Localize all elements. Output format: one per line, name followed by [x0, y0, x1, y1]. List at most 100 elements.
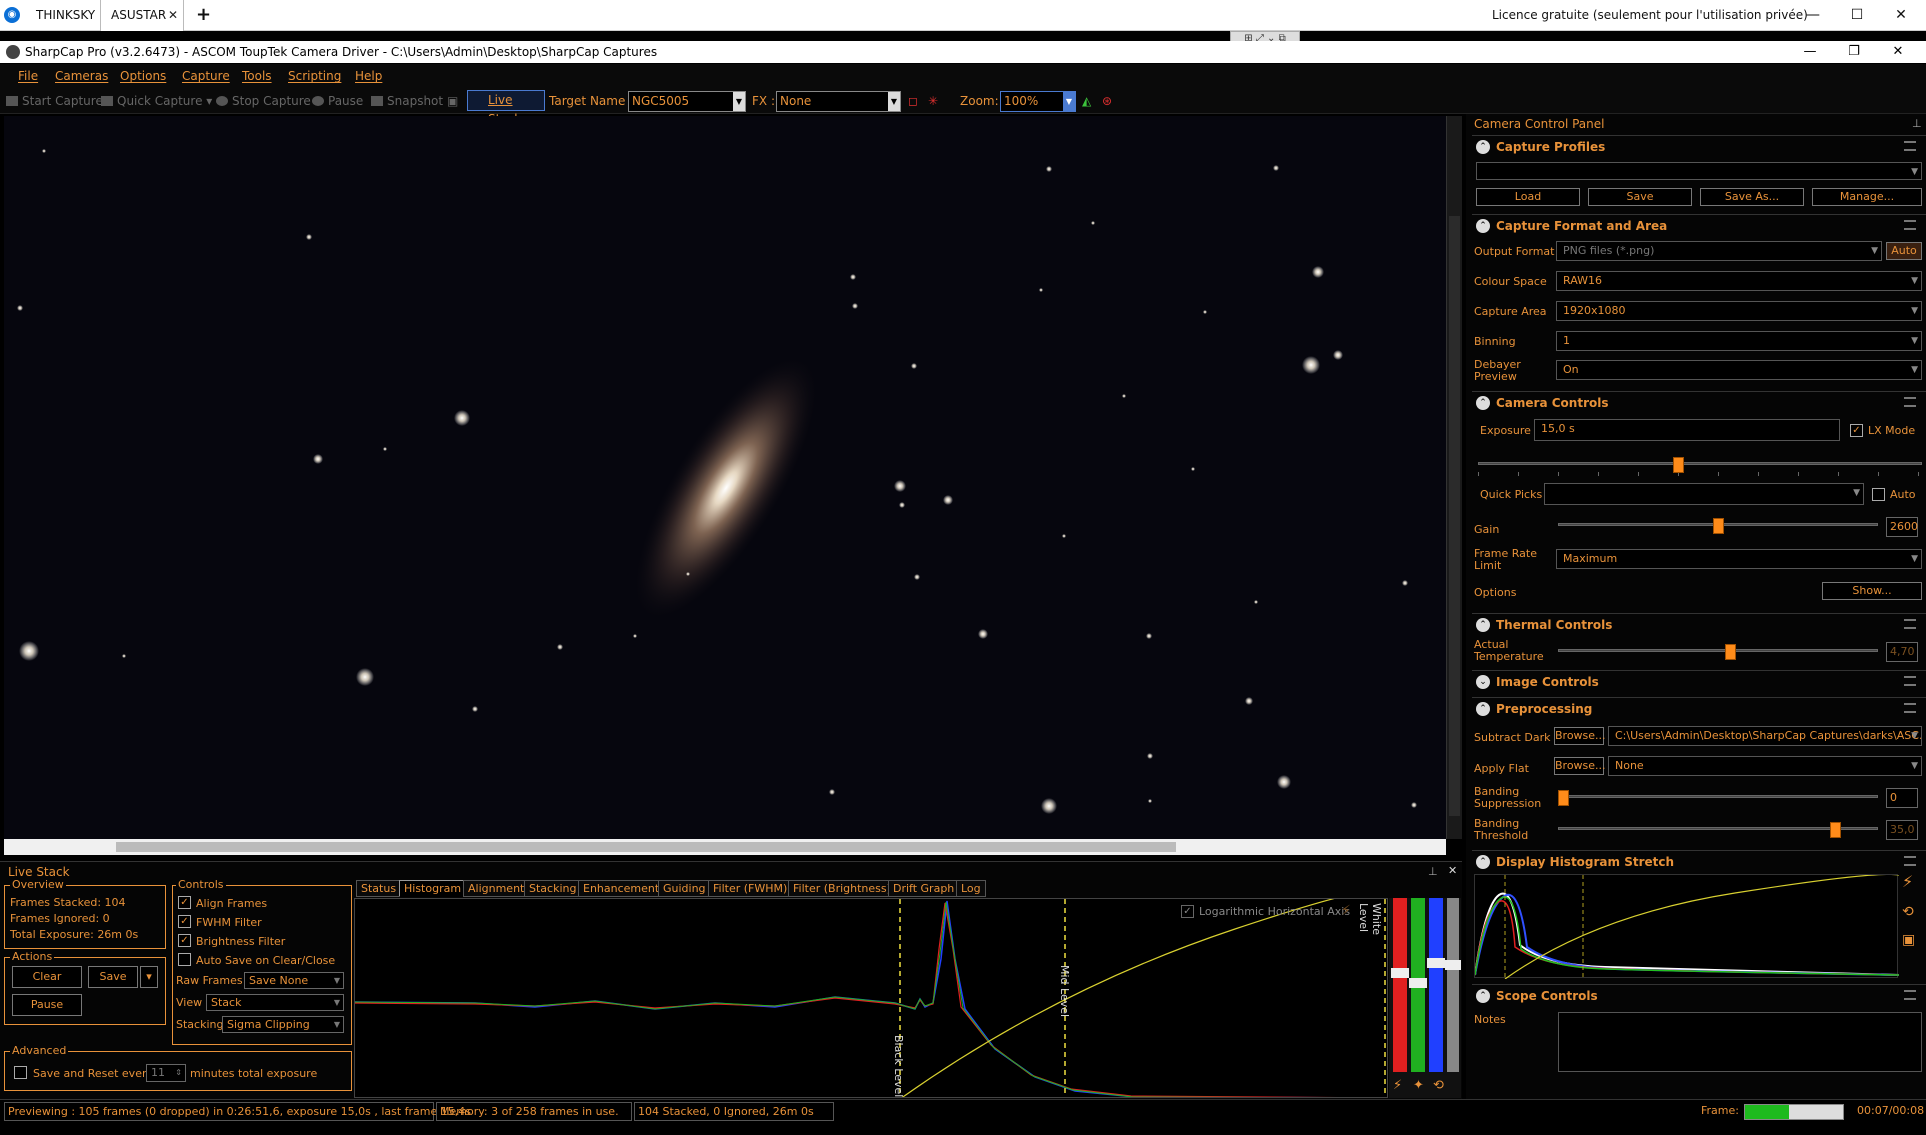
new-tab-icon[interactable]: + — [196, 0, 211, 30]
pin-icon[interactable]: ⊥ — [1912, 118, 1922, 130]
binning-select[interactable]: 1 ▼ — [1556, 331, 1922, 351]
collapse-icon[interactable]: ⌃ — [1476, 396, 1490, 410]
lx-mode-checkbox[interactable]: ✓ — [1850, 424, 1863, 437]
slider-knob[interactable] — [1409, 978, 1427, 988]
section-capture-profiles[interactable]: ⌃ Capture Profiles — [1472, 135, 1926, 157]
red-channel-slider[interactable] — [1391, 898, 1409, 1072]
dark-file-select[interactable]: C:\Users\Admin\Desktop\SharpCap Captures… — [1608, 726, 1922, 746]
scroll-thumb[interactable] — [1449, 216, 1460, 816]
focus-icon[interactable]: ✳ — [928, 94, 938, 108]
slider-knob[interactable] — [1558, 790, 1569, 806]
save-stack-button[interactable]: Save — [88, 966, 138, 988]
output-format-select[interactable]: PNG files (*.png) ▼ — [1556, 241, 1882, 261]
expand-icon[interactable]: ⌄ — [1476, 675, 1490, 689]
live-stack-button[interactable]: Live Stack — [467, 90, 545, 126]
clear-button[interactable]: Clear — [12, 966, 82, 988]
app-close-icon[interactable]: ✕ — [1878, 41, 1918, 63]
capture-area-select[interactable]: 1920x1080 ▼ — [1556, 301, 1922, 321]
tab-guiding[interactable]: Guiding — [658, 880, 711, 897]
section-capture-format[interactable]: ⌃ Capture Format and Area — [1472, 214, 1926, 236]
banding-threshold-slider[interactable] — [1558, 822, 1878, 838]
luminance-channel-slider[interactable] — [1445, 898, 1461, 1072]
tab-stacking[interactable]: Stacking — [524, 880, 582, 897]
tab-filter-fwhm[interactable]: Filter (FWHM) — [708, 880, 793, 897]
scroll-thumb[interactable] — [116, 842, 1176, 852]
reset-stretch-icon[interactable]: ⟲ — [1902, 905, 1914, 919]
slider-knob[interactable] — [1391, 968, 1409, 978]
minutes-stepper[interactable]: 11 ⇕ — [146, 1064, 186, 1082]
section-preprocessing[interactable]: ⌃ Preprocessing — [1472, 697, 1926, 719]
menu-icon[interactable] — [1904, 856, 1916, 866]
histogram-icon[interactable]: ◭ — [1082, 94, 1091, 108]
tab-drift-graph[interactable]: Drift Graph — [888, 880, 960, 897]
menu-file[interactable]: File — [18, 69, 38, 83]
quick-auto-checkbox[interactable] — [1872, 488, 1885, 501]
fwhm-filter-checkbox[interactable]: ✓ — [178, 915, 191, 928]
banding-threshold-value[interactable]: 35,0 — [1886, 820, 1918, 840]
close-window-icon[interactable]: ✕ — [1878, 0, 1924, 31]
slider-knob[interactable] — [1427, 958, 1445, 968]
app-minimize-icon[interactable]: — — [1790, 41, 1830, 63]
quick-picks-select[interactable]: ▼ — [1544, 483, 1864, 505]
view-select[interactable]: Stack ▼ — [206, 994, 344, 1011]
quick-capture-button[interactable]: Quick Capture ▾ — [101, 94, 212, 108]
auto-stretch-icon[interactable]: ⚡ — [1902, 874, 1913, 890]
menu-icon[interactable] — [1904, 990, 1916, 1000]
app-restore-icon[interactable]: ❐ — [1834, 41, 1874, 63]
save-dropdown-icon[interactable]: ▾ — [140, 966, 158, 988]
menu-help[interactable]: Help — [355, 69, 382, 83]
reticle-icon[interactable]: ◻ — [908, 94, 918, 108]
section-thermal-controls[interactable]: ⌃ Thermal Controls — [1472, 613, 1926, 635]
exposure-slider[interactable] — [1478, 457, 1922, 476]
star-icon[interactable]: ✦ — [1413, 1078, 1424, 1093]
banding-suppression-value[interactable]: 0 — [1886, 788, 1918, 808]
browse-flat-button[interactable]: Browse... — [1554, 757, 1606, 775]
snapshot-button[interactable]: Snapshot — [371, 94, 443, 108]
flat-file-select[interactable]: None ▼ — [1608, 756, 1922, 776]
pause-stack-button[interactable]: Pause — [12, 994, 82, 1016]
tab-alignment[interactable]: Alignment — [463, 880, 530, 897]
auto-save-checkbox[interactable] — [178, 953, 191, 966]
exposure-input[interactable]: 15,0 s — [1534, 419, 1840, 441]
close-tab-icon[interactable]: ✕ — [168, 0, 178, 31]
save-stretch-icon[interactable]: ▣ — [1902, 933, 1915, 947]
collapse-icon[interactable]: ⌃ — [1476, 989, 1490, 1003]
pause-button[interactable]: Pause — [312, 94, 363, 108]
slider-knob[interactable] — [1445, 960, 1461, 970]
auto-stretch-icon[interactable]: ⚡ — [1393, 1078, 1402, 1093]
menu-cameras[interactable]: Cameras — [55, 69, 108, 83]
save-as-profile-button[interactable]: Save As... — [1700, 188, 1804, 206]
collapse-icon[interactable]: ⌃ — [1476, 618, 1490, 632]
save-reset-checkbox[interactable] — [14, 1066, 27, 1079]
menu-options[interactable]: Options — [120, 69, 166, 83]
collapse-icon[interactable]: ⌃ — [1476, 855, 1490, 869]
save-profile-button[interactable]: Save — [1588, 188, 1692, 206]
browse-dark-button[interactable]: Browse... — [1554, 727, 1606, 745]
auto-format-button[interactable]: Auto — [1886, 242, 1922, 260]
menu-icon[interactable] — [1904, 397, 1916, 407]
load-profile-button[interactable]: Load — [1476, 188, 1580, 206]
reset-icon[interactable]: ⟲ — [1433, 1078, 1444, 1093]
profile-select[interactable]: ▼ — [1476, 162, 1922, 180]
slider-knob[interactable] — [1673, 457, 1684, 473]
tab-filter-brightness[interactable]: Filter (Brightness) — [788, 880, 896, 897]
gain-value[interactable]: 2600 — [1886, 517, 1918, 537]
collapse-icon[interactable]: ⌃ — [1476, 219, 1490, 233]
target-name-input[interactable]: NGC5005 ▼ — [628, 91, 746, 112]
slider-knob[interactable] — [1713, 518, 1724, 534]
menu-icon[interactable] — [1904, 676, 1916, 686]
tab-status[interactable]: Status — [356, 880, 402, 897]
stacking-select[interactable]: Sigma Clipping ▼ — [222, 1016, 344, 1033]
collapse-icon[interactable]: ⌃ — [1476, 702, 1490, 716]
start-capture-button[interactable]: Start Capture — [6, 94, 103, 108]
maximize-icon[interactable]: ☐ — [1834, 0, 1880, 31]
tab-enhancement[interactable]: Enhancement — [578, 880, 665, 897]
target-icon[interactable]: ⊛ — [1102, 94, 1112, 108]
menu-tools[interactable]: Tools — [242, 69, 272, 83]
menu-capture[interactable]: Capture — [182, 69, 230, 83]
colour-space-select[interactable]: RAW16 ▼ — [1556, 271, 1922, 291]
notes-textarea[interactable] — [1558, 1012, 1922, 1072]
collapse-icon[interactable]: ⌃ — [1476, 140, 1490, 154]
section-scope-controls[interactable]: ⌃ Scope Controls — [1472, 984, 1926, 1006]
menu-icon[interactable] — [1904, 703, 1916, 713]
